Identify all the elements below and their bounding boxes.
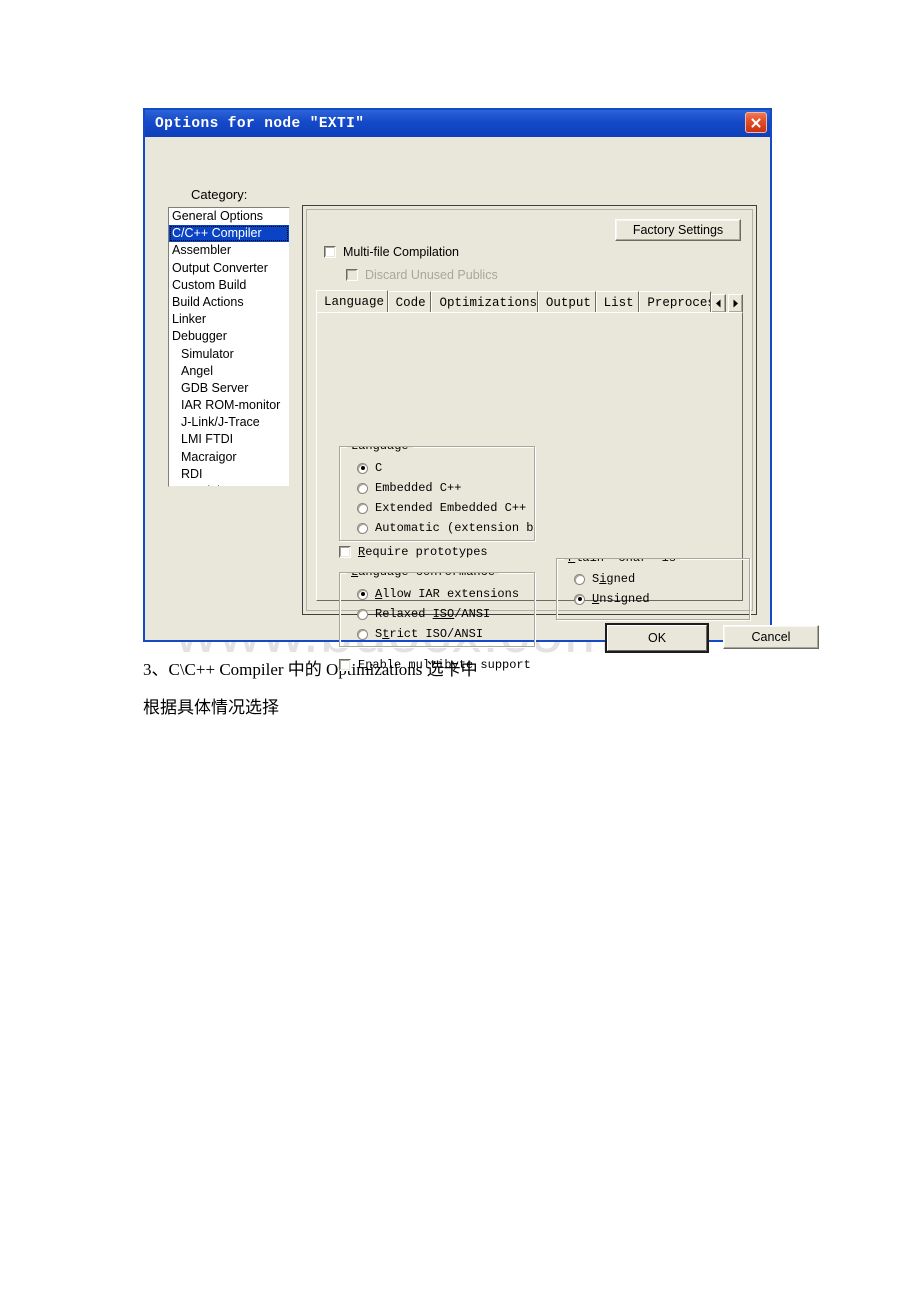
sidebar-item-j-link-j-trace[interactable]: J-Link/J-Trace [169,414,289,431]
body-paragraph-2: 根据具体情况选择 [143,698,279,717]
radio-label: C [375,461,383,475]
radio-button [357,608,368,620]
options-dialog: Options for node "EXTI" Category: Genera… [143,108,819,672]
sidebar-item-output-converter[interactable]: Output Converter [169,260,289,277]
radio-button [357,462,368,474]
radio-allow-iar-extensions[interactable]: Allow IAR extensions [357,587,519,601]
multi-file-compilation-checkbox[interactable]: Multi-file Compilation [324,245,459,259]
radio-plain-char-unsigned[interactable]: Unsigned [574,592,650,606]
plain-char-group: Plain ‘char’ is Signed Unsigned [556,558,750,620]
multi-file-compilation-label: Multi-file Compilation [343,245,460,259]
sidebar-item-custom-build[interactable]: Custom Build [169,277,289,294]
checkbox-box [339,546,351,558]
radio-button [574,593,585,605]
dialog-title: Options for node "EXTI" [155,115,365,132]
checkbox-box [346,269,358,281]
radio-button [574,573,585,585]
radio-button [357,588,368,600]
ok-button[interactable]: OK [605,623,709,653]
radio-button [357,502,368,514]
enable-multibyte-label: Enable multibyte support [358,658,531,672]
tab-language[interactable]: Language [316,290,388,313]
dialog-titlebar[interactable]: Options for node "EXTI" [145,110,770,137]
conformance-group-title: Language conformance [347,573,500,579]
tab-strip: Language Code Optimizations Output List … [316,290,743,313]
tab-page-language: Language C Embedded C++ Extended Embedde… [316,312,750,672]
sidebar-item-rdi[interactable]: RDI [169,466,289,483]
discard-unused-publics-checkbox: Discard Unused Publics [346,268,498,282]
tab-list[interactable]: List [595,291,640,313]
tab-optimizations[interactable]: Optimizations [431,291,538,313]
sidebar-item-general-options[interactable]: General Options [169,208,289,225]
language-group-title: Language [347,447,413,453]
sidebar-item-build-actions[interactable]: Build Actions [169,294,289,311]
radio-language-extended-embedded-cpp[interactable]: Extended Embedded C++ [357,501,526,515]
tab-scroll-buttons [711,294,743,313]
plain-char-group-title: Plain ‘char’ is [564,559,681,565]
ok-button-label: OK [607,625,707,651]
radio-label: Strict ISO/ANSI [375,627,484,641]
radio-button [357,522,368,534]
sidebar-item-macraigor[interactable]: Macraigor [169,449,289,466]
radio-label: Unsigned [592,592,650,606]
radio-language-embedded-cpp[interactable]: Embedded C++ [357,481,461,495]
radio-label: Embedded C++ [375,481,462,495]
radio-button [357,628,368,640]
radio-strict-iso-ansi[interactable]: Strict ISO/ANSI [357,627,483,641]
document-page: www.bdocx.com Options for node "EXTI" Ca… [0,0,920,1302]
radio-button [357,482,368,494]
cancel-button[interactable]: Cancel [723,625,819,649]
radio-relaxed-iso-ansi[interactable]: Relaxed ISO/ANSI [357,607,490,621]
category-list[interactable]: General Options C/C++ Compiler Assembler… [168,207,290,487]
enable-multibyte-checkbox[interactable]: Enable multibyte support [339,658,531,672]
tab-preprocessor[interactable]: Preproces [639,291,711,313]
factory-settings-button[interactable]: Factory Settings [615,219,741,241]
sidebar-item-simulator[interactable]: Simulator [169,346,289,363]
tab-code[interactable]: Code [387,291,432,313]
radio-label: Automatic (extension bas [375,521,535,535]
radio-label: Signed [592,572,636,586]
tab-output[interactable]: Output [537,291,596,313]
sidebar-item-angel[interactable]: Angel [169,363,289,380]
options-panel: Factory Settings Multi-file Compilation … [302,205,757,672]
require-prototypes-checkbox[interactable]: Require prototypes [339,545,488,559]
triangle-left-icon[interactable] [711,294,726,313]
radio-language-c[interactable]: C [357,461,382,475]
radio-label: Allow IAR extensions [375,587,520,601]
dialog-body: Category: General Options C/C++ Compiler… [145,137,819,672]
checkbox-box [339,659,351,671]
sidebar-item-linker[interactable]: Linker [169,311,289,328]
close-icon[interactable] [745,112,767,133]
radio-label: Extended Embedded C++ [375,501,527,515]
require-prototypes-label: Require prototypes [358,545,488,559]
sidebar-item-st-link[interactable]: ST-Link [169,483,289,486]
sidebar-item-debugger[interactable]: Debugger [169,328,289,345]
radio-plain-char-signed[interactable]: Signed [574,572,635,586]
sidebar-item-assembler[interactable]: Assembler [169,242,289,259]
language-group: Language C Embedded C++ Extended Embedde… [339,446,535,541]
sidebar-item-iar-rom-monitor[interactable]: IAR ROM-monitor [169,397,289,414]
checkbox-box [324,246,336,258]
discard-unused-publics-label: Discard Unused Publics [365,268,498,282]
options-panel-inner: Factory Settings Multi-file Compilation … [306,209,753,672]
radio-label: Relaxed ISO/ANSI [375,607,491,621]
triangle-right-icon[interactable] [728,294,743,313]
sidebar-item-c-cpp-compiler[interactable]: C/C++ Compiler [169,225,289,243]
category-label: Category: [191,187,248,202]
radio-language-automatic[interactable]: Automatic (extension bas [357,521,535,535]
sidebar-item-gdb-server[interactable]: GDB Server [169,380,289,397]
language-conformance-group: Language conformance Allow IAR extension… [339,572,535,647]
sidebar-item-lmi-ftdi[interactable]: LMI FTDI [169,431,289,448]
